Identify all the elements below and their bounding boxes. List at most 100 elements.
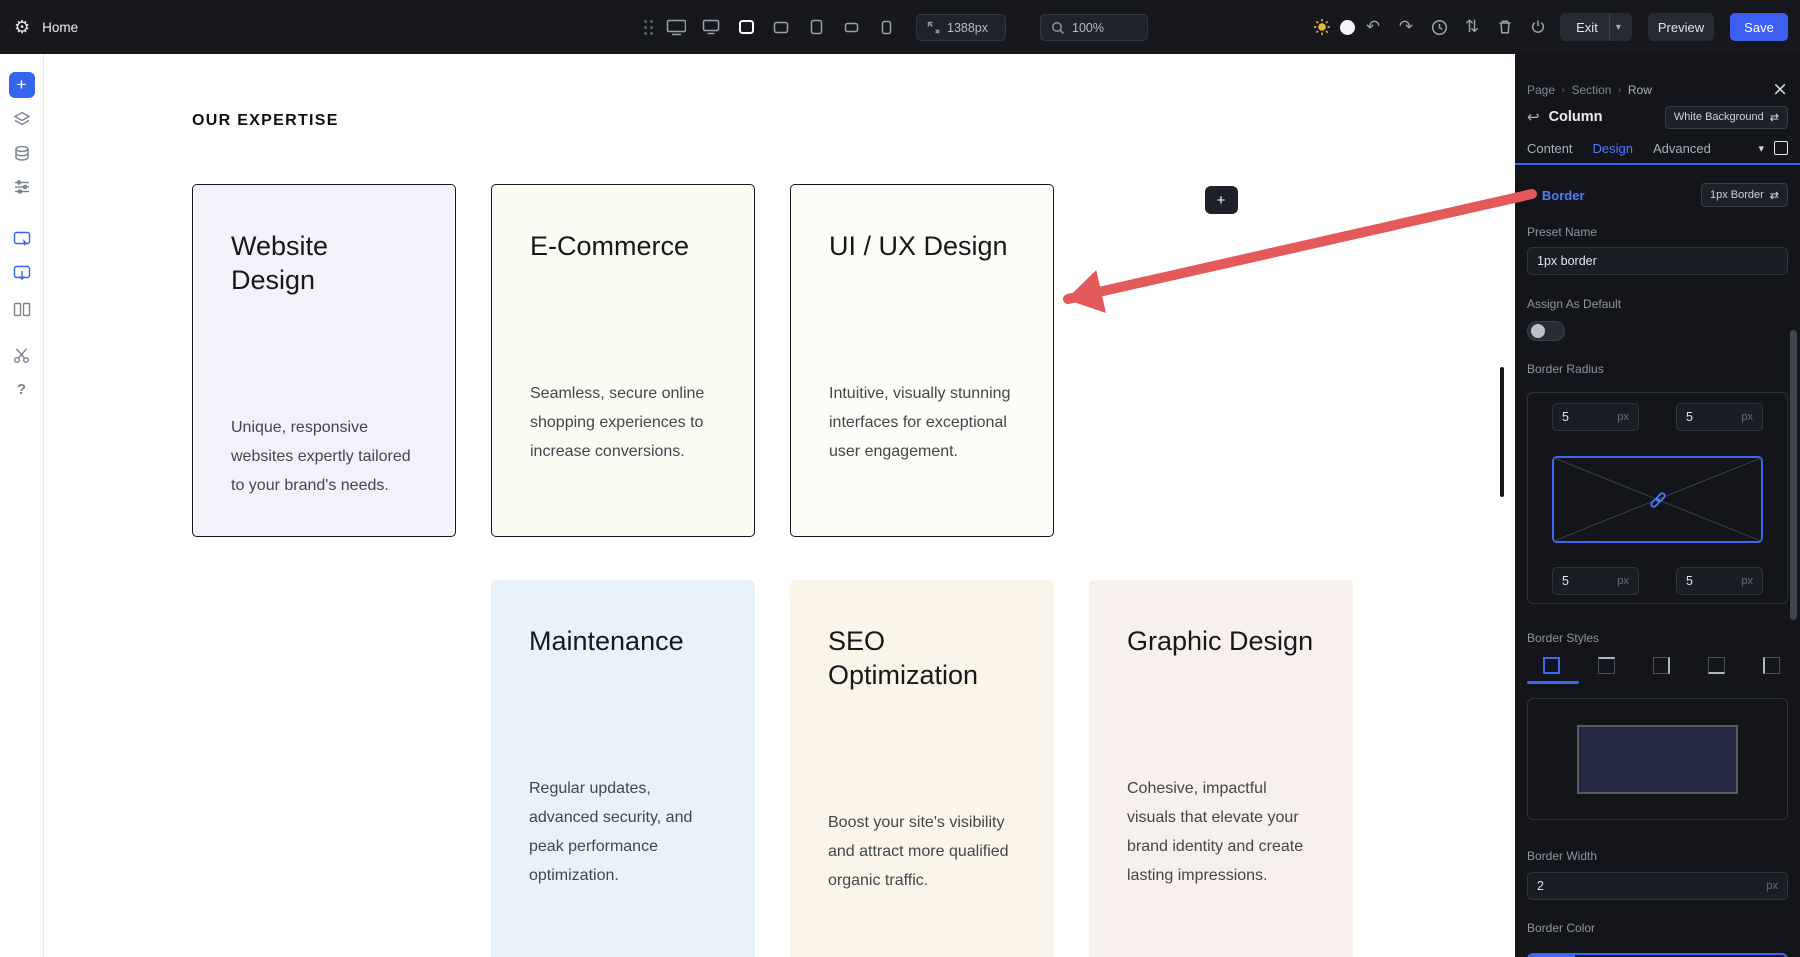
card-seo-optimization[interactable]: SEO Optimization Boost your site's visib… bbox=[790, 580, 1054, 957]
element-select-icon[interactable] bbox=[13, 230, 31, 248]
add-element-button[interactable]: + bbox=[9, 72, 35, 98]
preset-white-background-button[interactable]: White Background ⇄ bbox=[1665, 106, 1788, 129]
global-settings-icon[interactable] bbox=[13, 178, 31, 196]
layers-icon[interactable] bbox=[13, 110, 31, 128]
preview-button[interactable]: Preview bbox=[1648, 13, 1714, 41]
card-title: Website Design bbox=[231, 229, 417, 297]
border-style-all-icon[interactable] bbox=[1543, 657, 1560, 674]
add-card-button[interactable]: + bbox=[1205, 186, 1238, 214]
tabs-caret-icon[interactable]: ▾ bbox=[1758, 142, 1764, 155]
border-preset-badge[interactable]: 1px Border ⇄ bbox=[1701, 183, 1788, 207]
tablet-portrait-icon[interactable] bbox=[806, 17, 826, 37]
active-style-underline bbox=[1527, 681, 1579, 684]
phone-landscape-icon[interactable] bbox=[841, 17, 861, 37]
border-style-right-icon[interactable] bbox=[1653, 657, 1670, 674]
page-title[interactable]: Home bbox=[42, 20, 78, 35]
border-section-title[interactable]: Border bbox=[1542, 188, 1585, 203]
sun-icon bbox=[1312, 17, 1332, 37]
back-arrow-icon[interactable]: ↩ bbox=[1527, 108, 1540, 126]
help-icon[interactable]: ? bbox=[13, 380, 31, 398]
card-website-design[interactable]: Website Design Unique, responsive websit… bbox=[192, 184, 456, 537]
zoom-value: 100% bbox=[1072, 21, 1104, 35]
card-title: UI / UX Design bbox=[829, 229, 1015, 263]
section-collapse-icon[interactable]: ▼ bbox=[1527, 190, 1534, 200]
laptop-active-icon[interactable] bbox=[736, 17, 756, 37]
power-icon[interactable] bbox=[1528, 17, 1548, 37]
panel-scrollbar[interactable] bbox=[1790, 330, 1797, 620]
tab-content[interactable]: Content bbox=[1527, 139, 1573, 156]
swap-icon: ⇄ bbox=[1770, 189, 1779, 202]
border-style-left-icon[interactable] bbox=[1763, 657, 1780, 674]
border-color-control[interactable] bbox=[1527, 953, 1788, 957]
tablet-landscape-icon[interactable] bbox=[771, 17, 791, 37]
border-radius-label: Border Radius bbox=[1527, 362, 1788, 376]
element-insert-icon[interactable] bbox=[13, 264, 31, 282]
breakpoint-switcher bbox=[666, 0, 896, 54]
redo-icon[interactable]: ↷ bbox=[1396, 17, 1416, 37]
border-style-top-icon[interactable] bbox=[1598, 657, 1615, 674]
radius-bottom-left-input[interactable] bbox=[1562, 574, 1617, 588]
preset-name-input[interactable] bbox=[1537, 254, 1778, 268]
structure-sort-icon[interactable]: ⇅ bbox=[1462, 17, 1482, 37]
canvas-scrollbar[interactable] bbox=[1500, 367, 1504, 497]
exit-caret-icon[interactable]: ▾ bbox=[1610, 13, 1627, 41]
radius-link-preview[interactable] bbox=[1552, 456, 1763, 543]
expand-icon bbox=[927, 21, 940, 34]
save-button[interactable]: Save bbox=[1730, 13, 1788, 41]
radius-bottom-right-wrap: px bbox=[1676, 567, 1763, 595]
element-title: Column bbox=[1549, 109, 1603, 125]
border-width-input[interactable] bbox=[1537, 879, 1766, 893]
assign-default-label: Assign As Default bbox=[1527, 297, 1788, 311]
desktop-large-icon[interactable] bbox=[666, 17, 686, 37]
assign-default-toggle[interactable] bbox=[1527, 321, 1565, 341]
tab-design[interactable]: Design bbox=[1593, 139, 1633, 156]
card-title: Graphic Design bbox=[1127, 624, 1315, 658]
undo-icon[interactable]: ↶ bbox=[1363, 17, 1383, 37]
breadcrumb-section[interactable]: Section bbox=[1571, 83, 1611, 97]
card-description: Regular updates, advanced security, and … bbox=[529, 774, 717, 890]
desktop-icon[interactable] bbox=[701, 17, 721, 37]
preset-name-field-wrap bbox=[1527, 247, 1788, 275]
breadcrumb-row[interactable]: Row bbox=[1628, 83, 1652, 97]
topbar: ⚙ Home 1388px 100% ↶ ↷ ⇅ Exit bbox=[0, 0, 1800, 54]
scissors-tools-icon[interactable] bbox=[13, 346, 31, 364]
border-styles-label: Border Styles bbox=[1527, 631, 1788, 645]
canvas-width-control[interactable]: 1388px bbox=[916, 14, 1006, 41]
trash-icon[interactable] bbox=[1495, 17, 1515, 37]
drag-handle-icon[interactable] bbox=[644, 0, 653, 54]
border-style-bottom-icon[interactable] bbox=[1708, 657, 1725, 674]
radius-top-right-input[interactable] bbox=[1686, 410, 1741, 424]
border-radius-group: px px px bbox=[1527, 392, 1788, 604]
theme-toggle-knob bbox=[1340, 20, 1355, 35]
layout-columns-icon[interactable] bbox=[13, 300, 31, 318]
services-grid: Website Design Unique, responsive websit… bbox=[192, 184, 1353, 957]
border-width-wrap: px bbox=[1527, 872, 1788, 900]
breadcrumb-page[interactable]: Page bbox=[1527, 83, 1555, 97]
phone-portrait-icon[interactable] bbox=[876, 17, 896, 37]
section-heading: OUR EXPERTISE bbox=[192, 112, 339, 130]
editor-canvas: OUR EXPERTISE Website Design Unique, res… bbox=[44, 54, 1515, 957]
radius-top-right-wrap: px bbox=[1676, 403, 1763, 431]
swap-icon: ⇄ bbox=[1770, 111, 1779, 124]
card-graphic-design[interactable]: Graphic Design Cohesive, impactful visua… bbox=[1089, 580, 1353, 957]
card-maintenance[interactable]: Maintenance Regular updates, advanced se… bbox=[491, 580, 755, 957]
card-uiux-design[interactable]: UI / UX Design Intuitive, visually stunn… bbox=[790, 184, 1054, 537]
canvas-width-value: 1388px bbox=[947, 21, 988, 35]
theme-toggle[interactable] bbox=[1312, 0, 1355, 54]
database-icon[interactable] bbox=[13, 144, 31, 162]
history-clock-icon[interactable] bbox=[1429, 17, 1449, 37]
fullscreen-square-icon[interactable] bbox=[1774, 141, 1788, 155]
border-color-label: Border Color bbox=[1527, 921, 1788, 935]
card-ecommerce[interactable]: E-Commerce Seamless, secure online shopp… bbox=[491, 184, 755, 537]
tab-advanced[interactable]: Advanced bbox=[1653, 139, 1711, 156]
card-title: E-Commerce bbox=[530, 229, 716, 263]
settings-gear-icon[interactable]: ⚙ bbox=[14, 17, 30, 38]
zoom-control[interactable]: 100% bbox=[1040, 14, 1148, 41]
radius-top-left-input[interactable] bbox=[1562, 410, 1617, 424]
border-preview-rect bbox=[1577, 725, 1738, 794]
exit-button[interactable]: Exit ▾ bbox=[1560, 13, 1632, 41]
magnifier-icon bbox=[1051, 21, 1065, 35]
close-panel-icon[interactable]: × bbox=[1772, 80, 1788, 99]
radius-top-left-wrap: px bbox=[1552, 403, 1639, 431]
radius-bottom-right-input[interactable] bbox=[1686, 574, 1741, 588]
